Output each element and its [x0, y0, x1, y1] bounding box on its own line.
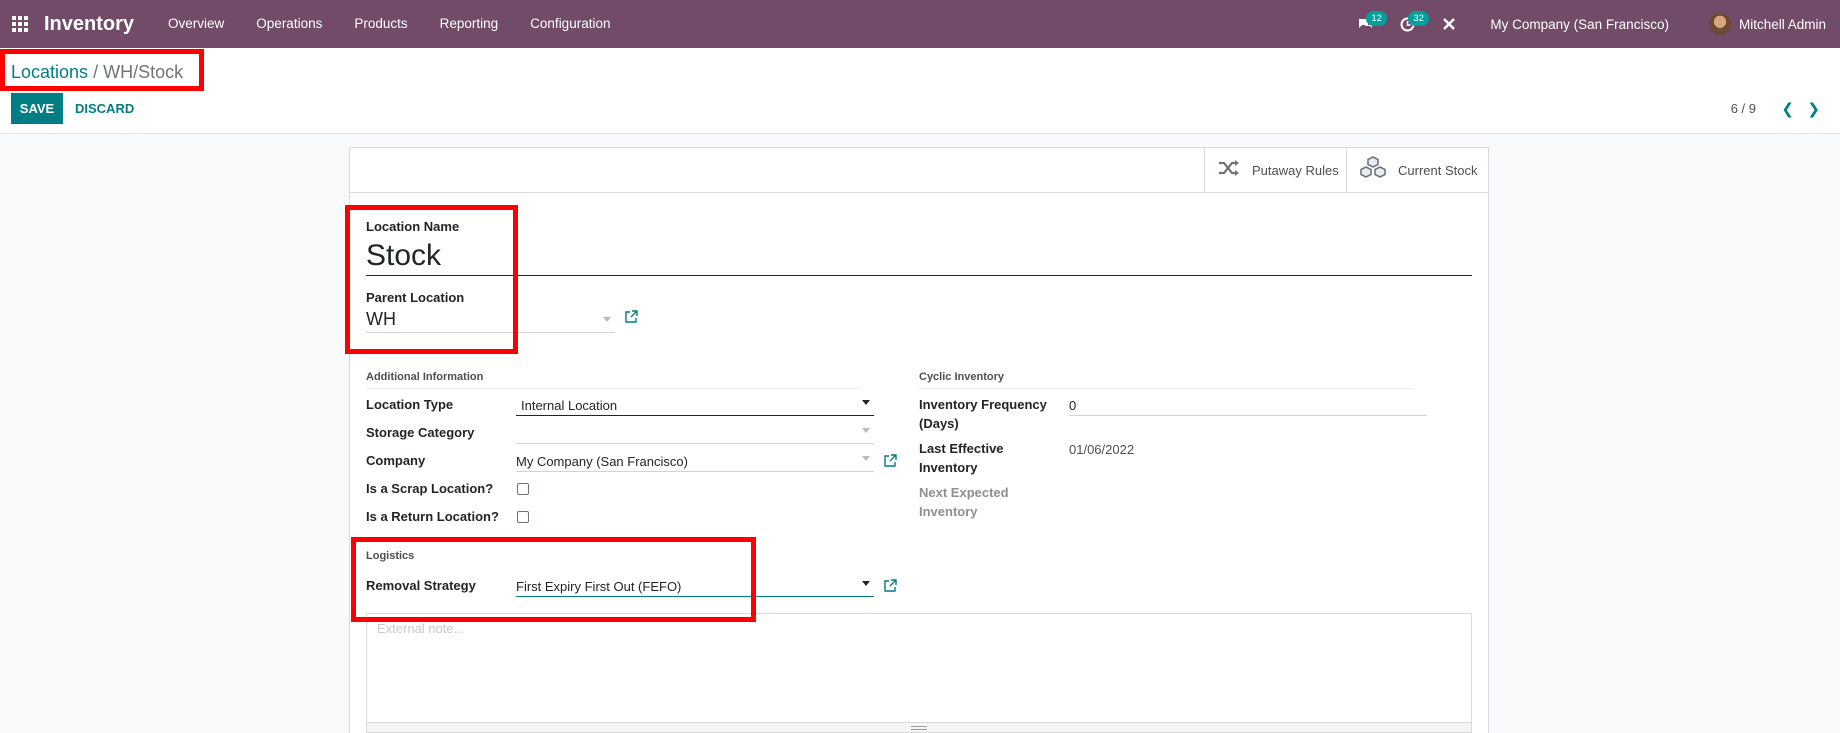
parent-location-select[interactable]: WH	[366, 307, 615, 333]
external-link-icon[interactable]	[884, 579, 897, 595]
putaway-rules-button[interactable]: Putaway Rules	[1204, 148, 1346, 192]
external-note-textarea[interactable]: External note...	[366, 613, 1472, 733]
activities-badge: 32	[1408, 11, 1429, 26]
removal-strategy-value: First Expiry First Out (FEFO)	[516, 578, 682, 594]
additional-info-title: Additional Information	[366, 371, 860, 389]
last-effective-label: Last Effective Inventory	[919, 441, 1004, 475]
inventory-frequency-label-line2: (Days)	[919, 416, 959, 431]
external-note-placeholder: External note...	[377, 621, 465, 636]
inventory-frequency-label-line1: Inventory Frequency	[919, 397, 1047, 412]
pager-value[interactable]: 6 / 9	[1731, 101, 1756, 116]
breadcrumb: Locations / WH/Stock	[11, 62, 183, 83]
breadcrumb-locations-link[interactable]: Locations	[11, 62, 88, 82]
parent-location-value: WH	[366, 309, 396, 329]
next-expected-label-line1: Next Expected	[919, 485, 1009, 500]
pager-next-icon[interactable]: ❯	[1807, 100, 1820, 118]
external-link-icon[interactable]	[884, 454, 897, 470]
messages-icon[interactable]: 12	[1351, 0, 1387, 48]
last-effective-value: 01/06/2022	[1069, 442, 1135, 457]
menu-operations[interactable]: Operations	[240, 0, 338, 48]
parent-location-label: Parent Location	[366, 290, 465, 305]
smart-button-box: Putaway Rules Current Stock	[350, 148, 1488, 193]
apps-menu-icon[interactable]	[0, 0, 40, 48]
next-expected-label-line2: Inventory	[919, 504, 978, 519]
putaway-rules-label: Putaway Rules	[1252, 162, 1339, 178]
menu-reporting[interactable]: Reporting	[424, 0, 515, 48]
current-stock-label: Current Stock	[1398, 162, 1478, 178]
company-label: Company	[366, 453, 426, 468]
last-effective-label-line2: Inventory	[919, 460, 978, 475]
last-effective-label-line1: Last Effective	[919, 441, 1004, 456]
location-name-label: Location Name	[366, 219, 460, 234]
cyclic-inventory-title: Cyclic Inventory	[919, 371, 1413, 389]
location-name-value: Stock	[366, 238, 442, 272]
cubes-icon	[1360, 156, 1386, 184]
breadcrumb-current: WH/Stock	[103, 62, 184, 82]
menu-products[interactable]: Products	[338, 0, 423, 48]
avatar[interactable]	[1708, 13, 1731, 35]
current-stock-button[interactable]: Current Stock	[1346, 148, 1488, 192]
chevron-down-icon	[862, 428, 870, 433]
form-sheet: Putaway Rules Current Stock Location Nam…	[349, 147, 1489, 733]
inventory-frequency-label: Inventory Frequency (Days)	[919, 397, 1047, 431]
logistics-title: Logistics	[366, 550, 415, 562]
pager-previous-icon[interactable]: ❮	[1781, 100, 1794, 118]
company-select[interactable]: My Company (San Francisco)	[516, 451, 874, 472]
chevron-down-icon	[862, 456, 870, 461]
menu-configuration[interactable]: Configuration	[514, 0, 626, 48]
activities-icon[interactable]: 32	[1393, 0, 1429, 48]
company-value: My Company (San Francisco)	[516, 453, 688, 469]
random-icon	[1218, 159, 1240, 182]
scrap-location-checkbox[interactable]	[517, 483, 529, 495]
menu-overview[interactable]: Overview	[152, 0, 240, 48]
chevron-down-icon	[862, 581, 870, 586]
breadcrumb-separator: /	[93, 62, 99, 82]
control-panel: Locations / WH/Stock SAVE DISCARD 6 / 9 …	[0, 48, 1840, 134]
chevron-down-icon	[862, 400, 870, 405]
app-name[interactable]: Inventory	[44, 13, 134, 36]
location-type-label: Location Type	[366, 397, 454, 412]
top-navbar: Inventory Overview Operations Products R…	[0, 0, 1840, 48]
tools-icon[interactable]	[1435, 0, 1463, 48]
return-location-checkbox[interactable]	[517, 511, 529, 523]
removal-strategy-select[interactable]: First Expiry First Out (FEFO)	[516, 576, 874, 597]
return-location-label: Is a Return Location?	[366, 509, 499, 524]
save-button[interactable]: SAVE	[11, 93, 63, 124]
inventory-frequency-value: 0	[1069, 397, 1077, 413]
next-expected-label: Next Expected Inventory	[919, 485, 1009, 519]
chevron-down-icon	[603, 317, 611, 322]
storage-category-select[interactable]	[516, 423, 874, 444]
company-switcher[interactable]: My Company (San Francisco)	[1490, 17, 1669, 32]
user-menu[interactable]: Mitchell Admin	[1739, 17, 1826, 32]
discard-button[interactable]: DISCARD	[75, 93, 134, 124]
external-link-icon[interactable]	[625, 310, 638, 326]
removal-strategy-label: Removal Strategy	[366, 578, 476, 593]
location-type-select[interactable]: Internal Location	[516, 395, 874, 416]
storage-category-label: Storage Category	[366, 425, 475, 440]
scrap-location-label: Is a Scrap Location?	[366, 481, 494, 496]
inventory-frequency-input[interactable]: 0	[1069, 395, 1427, 416]
resize-handle[interactable]	[367, 722, 1471, 732]
messages-badge: 12	[1366, 11, 1387, 26]
location-type-value: Internal Location	[521, 397, 618, 413]
location-name-input[interactable]: Stock	[366, 236, 1472, 276]
